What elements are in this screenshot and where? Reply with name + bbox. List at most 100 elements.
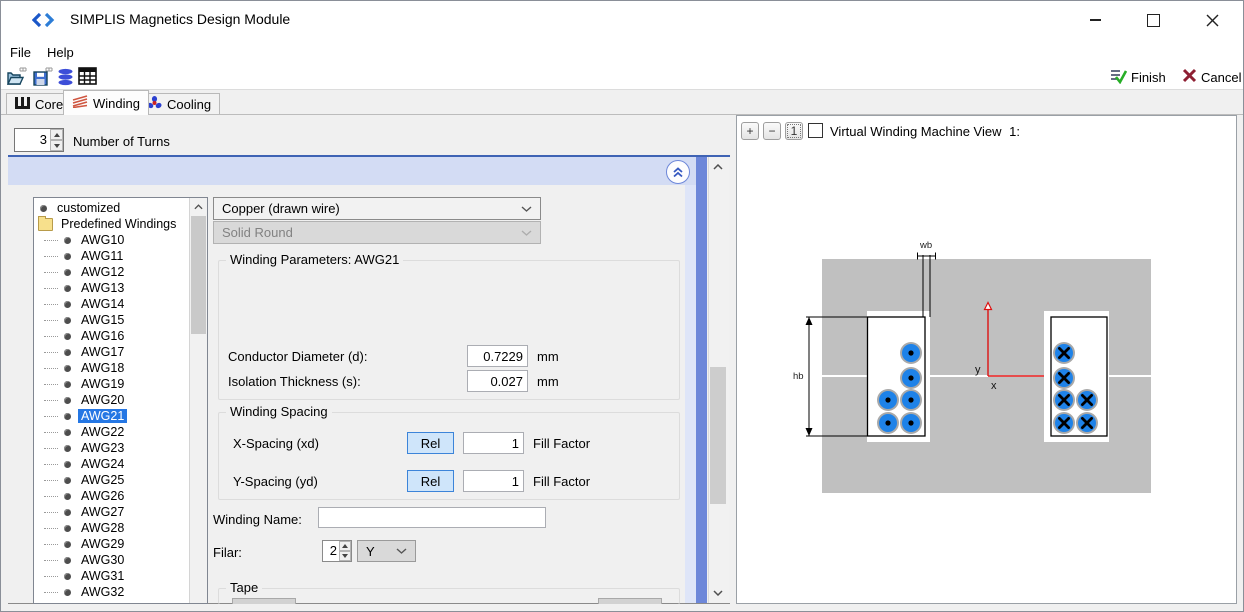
tree-item-label: AWG10 (78, 233, 127, 247)
y-spacing-label: Y-Spacing (yd) (233, 474, 318, 489)
tree-item-awg13[interactable]: AWG13 (34, 280, 207, 296)
wire-shape-dropdown: Solid Round (213, 221, 541, 244)
conductor-diameter-input[interactable]: 0.7229 (467, 345, 528, 367)
winding-tree[interactable]: customizedPredefined WindingsAWG10AWG11A… (33, 197, 208, 604)
x-spacing-input[interactable]: 1 (463, 432, 524, 454)
tree-item-awg25[interactable]: AWG25 (34, 472, 207, 488)
tree-branch-line (44, 576, 58, 577)
core-icon (15, 97, 30, 112)
node-dot-icon (40, 205, 47, 212)
tree-item-awg23[interactable]: AWG23 (34, 440, 207, 456)
tree-item-awg20[interactable]: AWG20 (34, 392, 207, 408)
tree-item-label: AWG24 (78, 457, 127, 471)
isolation-thickness-input[interactable]: 0.027 (467, 370, 528, 392)
application-window: SIMPLIS Magnetics Design Module File Hel… (0, 0, 1244, 612)
spin-down-icon[interactable] (50, 140, 63, 151)
hb-arrow-up (806, 317, 813, 325)
tree-item-awg11[interactable]: AWG11 (34, 248, 207, 264)
number-of-turns-value: 3 (15, 129, 50, 151)
tree-branch-line (44, 496, 58, 497)
zoom-out-button[interactable]: − (763, 122, 781, 140)
tree-item-awg17[interactable]: AWG17 (34, 344, 207, 360)
current-out-marker (908, 420, 913, 425)
material-dropdown[interactable]: Copper (drawn wire) (213, 197, 541, 220)
node-dot-icon (64, 333, 71, 340)
spin-down-icon[interactable] (339, 551, 351, 561)
number-of-turns-spinbox[interactable]: 3 (14, 128, 64, 152)
isolation-thickness-label: Isolation Thickness (s): (228, 374, 361, 389)
filar-direction-dropdown[interactable]: Y (357, 540, 416, 562)
save-icon[interactable] (33, 67, 55, 90)
tree-scrollbar-up-icon[interactable] (191, 199, 206, 214)
cancel-button[interactable]: Cancel (1178, 66, 1244, 88)
x-spacing-rel-button[interactable]: Rel (407, 432, 454, 454)
tape-partial-widget (232, 598, 296, 604)
filar-spinbox[interactable]: 2 (322, 540, 352, 562)
tree-item-awg30[interactable]: AWG30 (34, 552, 207, 568)
spin-up-icon[interactable] (50, 129, 63, 140)
tree-item-awg28[interactable]: AWG28 (34, 520, 207, 536)
number-of-turns-spin-buttons[interactable] (50, 129, 63, 151)
tree-branch-line (44, 288, 58, 289)
y-spacing-rel-button[interactable]: Rel (407, 470, 454, 492)
tree-item-awg24[interactable]: AWG24 (34, 456, 207, 472)
chevron-down-icon (396, 548, 407, 554)
panel-scroll-indicator[interactable] (696, 157, 707, 603)
database-icon[interactable] (57, 68, 74, 89)
conductor-diameter-unit: mm (537, 349, 559, 364)
maximize-button[interactable] (1135, 7, 1171, 33)
tree-item-awg16[interactable]: AWG16 (34, 328, 207, 344)
view-checkbox[interactable] (808, 123, 823, 138)
tab-strip-line (0, 114, 1244, 115)
conductor-diameter-label: Conductor Diameter (d): (228, 349, 367, 364)
tree-scrollbar[interactable] (189, 198, 207, 603)
menu-file[interactable]: File (2, 42, 39, 63)
scrollbar-thumb[interactable] (710, 367, 726, 504)
collapse-panel-button[interactable] (666, 160, 690, 184)
tree-item-awg32[interactable]: AWG32 (34, 584, 207, 600)
spin-up-icon[interactable] (339, 541, 351, 551)
tree-item-awg15[interactable]: AWG15 (34, 312, 207, 328)
tree-scrollbar-thumb[interactable] (191, 216, 206, 334)
zoom-in-button[interactable]: + (741, 122, 759, 140)
view-1-button[interactable]: 1 (785, 122, 803, 140)
view-title: Virtual Winding Machine View (830, 124, 1002, 139)
menu-bar: File Help (2, 40, 1242, 64)
tab-cooling[interactable]: Cooling (138, 93, 220, 115)
tree-branch-line (44, 336, 58, 337)
tree-item-predefined-windings[interactable]: Predefined Windings (34, 216, 207, 232)
tree-item-awg21[interactable]: AWG21 (34, 408, 207, 424)
tree-item-label: AWG14 (78, 297, 127, 311)
tree-item-awg12[interactable]: AWG12 (34, 264, 207, 280)
tree-item-awg26[interactable]: AWG26 (34, 488, 207, 504)
tree-branch-line (44, 528, 58, 529)
tree-item-label: AWG32 (78, 585, 127, 599)
scrollbar-down-icon[interactable] (709, 585, 727, 601)
filar-spin-buttons[interactable] (339, 541, 351, 561)
scrollbar-up-icon[interactable] (709, 159, 727, 175)
tree-item-awg14[interactable]: AWG14 (34, 296, 207, 312)
tree-item-awg27[interactable]: AWG27 (34, 504, 207, 520)
tree-item-label: AWG13 (78, 281, 127, 295)
tree-item-awg31[interactable]: AWG31 (34, 568, 207, 584)
table-icon[interactable] (78, 67, 98, 89)
tree-item-awg29[interactable]: AWG29 (34, 536, 207, 552)
tree-item-awg18[interactable]: AWG18 (34, 360, 207, 376)
finish-button[interactable]: Finish (1106, 66, 1170, 89)
menu-help[interactable]: Help (39, 42, 82, 63)
tree-item-label: AWG27 (78, 505, 127, 519)
node-dot-icon (64, 237, 71, 244)
minimize-button[interactable] (1077, 7, 1113, 33)
tree-item-customized[interactable]: customized (34, 200, 207, 216)
y-spacing-input[interactable]: 1 (463, 470, 524, 492)
wb-label: wb (919, 240, 932, 251)
tree-item-awg33[interactable]: AWG33 (34, 600, 207, 604)
open-icon[interactable] (7, 67, 29, 90)
tree-branch-line (44, 464, 58, 465)
winding-name-input[interactable] (318, 507, 546, 528)
tree-item-awg22[interactable]: AWG22 (34, 424, 207, 440)
tree-item-awg19[interactable]: AWG19 (34, 376, 207, 392)
tab-winding[interactable]: Winding (63, 90, 149, 115)
close-button[interactable] (1194, 7, 1230, 33)
tree-item-awg10[interactable]: AWG10 (34, 232, 207, 248)
